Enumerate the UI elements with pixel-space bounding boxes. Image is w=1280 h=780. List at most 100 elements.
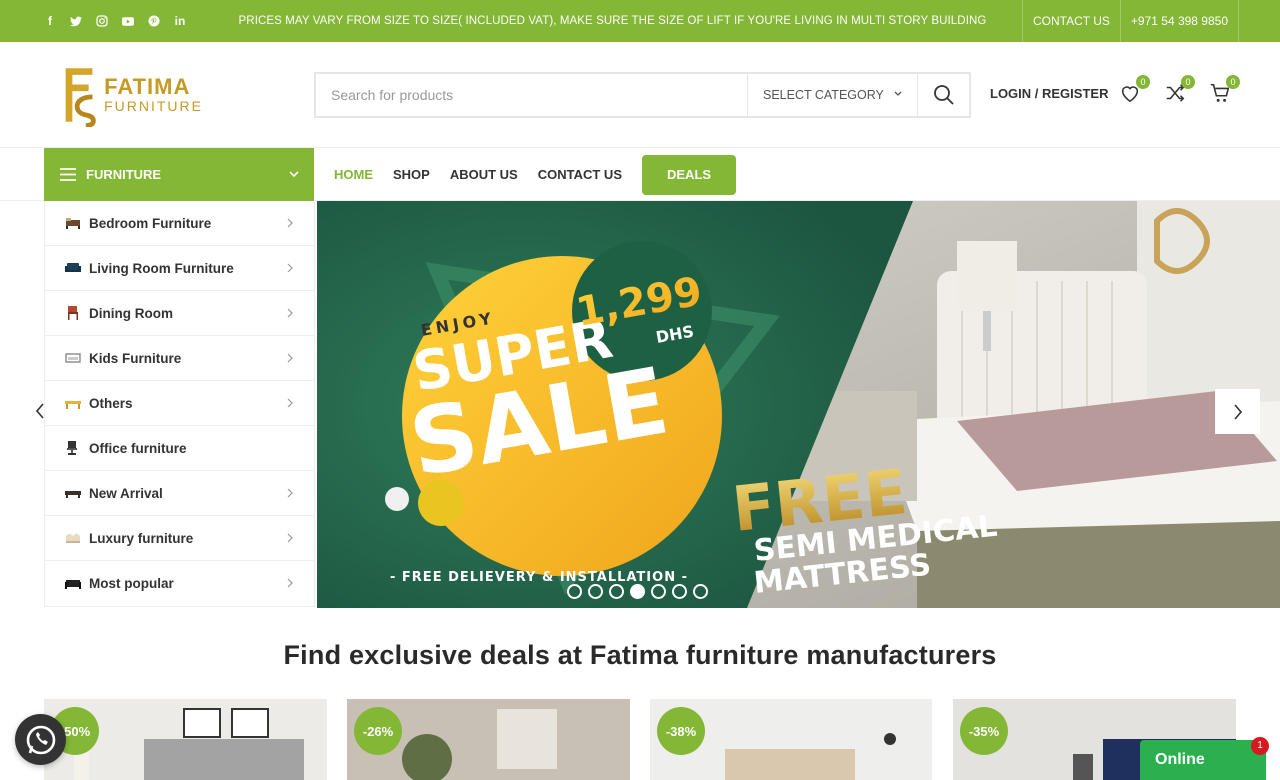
chevron-down-icon: [894, 91, 902, 96]
category-item-dining-room[interactable]: Dining Room: [45, 291, 314, 336]
logo-title: FATIMA: [104, 74, 191, 99]
nav-home[interactable]: HOME: [334, 167, 373, 182]
whatsapp-icon: [26, 725, 55, 754]
bed-icon: [66, 218, 80, 229]
logo-mark-icon: [65, 68, 96, 127]
chevron-right-icon: [287, 398, 293, 408]
category-select-label: SELECT CATEGORY: [763, 88, 884, 102]
product-card[interactable]: -26%: [347, 699, 630, 780]
logo-subtitle: FURNITURE: [104, 98, 203, 114]
popular-sofa-icon: [65, 579, 81, 589]
slider-dot[interactable]: [588, 584, 603, 599]
menu-icon: [60, 168, 76, 181]
category-label: Others: [89, 395, 133, 411]
bench-icon: [65, 401, 81, 409]
slider-dot[interactable]: [693, 584, 708, 599]
category-item-living-room[interactable]: Living Room Furniture: [45, 246, 314, 291]
cart-button[interactable]: 0: [1209, 75, 1240, 106]
discount-badge: -35%: [960, 707, 1008, 755]
kids-bed-icon: [65, 353, 81, 363]
sofa-icon: [65, 263, 81, 272]
chevron-right-icon: [287, 218, 293, 228]
chevron-right-icon: [287, 308, 293, 318]
category-item-kids[interactable]: Kids Furniture: [45, 336, 314, 381]
category-item-others[interactable]: Others: [45, 381, 314, 426]
category-label: Living Room Furniture: [89, 260, 234, 276]
office-chair-icon: [67, 441, 77, 455]
category-label: Most popular: [89, 576, 174, 591]
nav-shop[interactable]: SHOP: [393, 167, 430, 182]
hero-slider[interactable]: ENJOY SUPER SALE 1,299 DHS FREE SEMI MED…: [317, 201, 1280, 608]
slider-next-button[interactable]: [1215, 389, 1260, 434]
contact-us-link[interactable]: CONTACT US: [1022, 0, 1120, 42]
category-label: Bedroom Furniture: [89, 215, 212, 231]
navigation-row: FURNITURE HOME SHOP ABOUT US CONTACT US …: [0, 148, 1280, 201]
slider-dot[interactable]: [609, 584, 624, 599]
category-item-luxury[interactable]: Luxury furniture: [45, 516, 314, 561]
category-menu: Bedroom Furniture Living Room Furniture …: [44, 201, 315, 607]
compare-button[interactable]: 0: [1164, 75, 1195, 106]
category-label: New Arrival: [89, 485, 163, 501]
facebook-icon[interactable]: f: [44, 14, 56, 28]
product-card[interactable]: -50%: [44, 699, 327, 780]
category-label: Luxury furniture: [89, 530, 194, 546]
nav-contact-us[interactable]: CONTACT US: [538, 167, 622, 182]
category-select[interactable]: SELECT CATEGORY: [747, 74, 917, 116]
search-button[interactable]: [917, 74, 969, 116]
dining-chair-icon: [68, 306, 78, 320]
chevron-left-icon: [35, 403, 44, 419]
chevron-right-icon: [1233, 403, 1242, 420]
whatsapp-button[interactable]: [15, 714, 66, 765]
phone-link[interactable]: +971 54 398 9850: [1119, 0, 1240, 42]
twitter-icon[interactable]: [70, 14, 82, 28]
cart-count: 0: [1226, 75, 1240, 89]
youtube-icon[interactable]: [122, 14, 134, 28]
nav-deals-button[interactable]: DEALS: [642, 154, 737, 195]
slider-dot[interactable]: [672, 584, 687, 599]
categories-toggle[interactable]: FURNITURE: [44, 148, 314, 201]
category-item-most-popular[interactable]: Most popular: [45, 561, 314, 606]
category-label: Kids Furniture: [89, 350, 182, 366]
slider-dot[interactable]: [567, 584, 582, 599]
category-label: Dining Room: [89, 305, 173, 321]
top-bar: f in PRICES MAY VARY FROM SIZE TO SIZE( …: [0, 0, 1280, 42]
chevron-right-icon: [287, 353, 293, 363]
main-nav: HOME SHOP ABOUT US CONTACT US DEALS: [334, 148, 737, 201]
header: FATIMA FURNITURE Search for products SEL…: [0, 42, 1280, 148]
compare-count: 0: [1181, 75, 1195, 89]
search-icon: [933, 85, 954, 105]
slider-dot[interactable]: [651, 584, 666, 599]
search-bar: Search for products SELECT CATEGORY: [314, 72, 971, 118]
notice-text: PRICES MAY VARY FROM SIZE TO SIZE( INCLU…: [238, 15, 987, 27]
wishlist-button[interactable]: 0: [1119, 75, 1150, 106]
luxury-sofa-icon: [66, 533, 80, 543]
category-item-office[interactable]: Office furniture: [45, 426, 314, 471]
instagram-icon[interactable]: [96, 14, 108, 28]
search-input[interactable]: Search for products: [316, 74, 747, 116]
hero-banner-graphic: ENJOY SUPER SALE 1,299 DHS FREE SEMI MED…: [317, 201, 1280, 608]
social-links: f in: [44, 0, 186, 42]
pinterest-icon[interactable]: [148, 14, 160, 28]
slider-prev-button[interactable]: [34, 402, 46, 425]
linkedin-icon[interactable]: in: [174, 14, 186, 28]
chat-online-button[interactable]: Online: [1140, 740, 1266, 780]
site-logo[interactable]: FATIMA FURNITURE: [58, 62, 203, 128]
login-register-link[interactable]: LOGIN / REGISTER: [990, 86, 1108, 101]
banner-footer-text: - FREE DELIEVERY & INSTALLATION -: [390, 570, 688, 585]
product-card[interactable]: -38%: [650, 699, 932, 780]
slider-dot[interactable]: [630, 584, 645, 599]
category-item-new-arrival[interactable]: New Arrival: [45, 471, 314, 516]
chevron-right-icon: [287, 578, 293, 588]
chevron-right-icon: [287, 263, 293, 273]
category-item-bedroom[interactable]: Bedroom Furniture: [45, 201, 314, 246]
new-arrival-icon: [65, 491, 81, 498]
slider-pagination: [567, 584, 708, 599]
nav-about-us[interactable]: ABOUT US: [450, 167, 518, 182]
discount-badge: -26%: [354, 707, 402, 755]
categories-toggle-label: FURNITURE: [86, 167, 162, 182]
chevron-down-icon: [289, 171, 299, 178]
wishlist-count: 0: [1136, 75, 1150, 89]
category-label: Office furniture: [89, 440, 187, 456]
chat-unread-badge: 1: [1251, 737, 1269, 755]
top-links: CONTACT US +971 54 398 9850: [1022, 0, 1240, 42]
